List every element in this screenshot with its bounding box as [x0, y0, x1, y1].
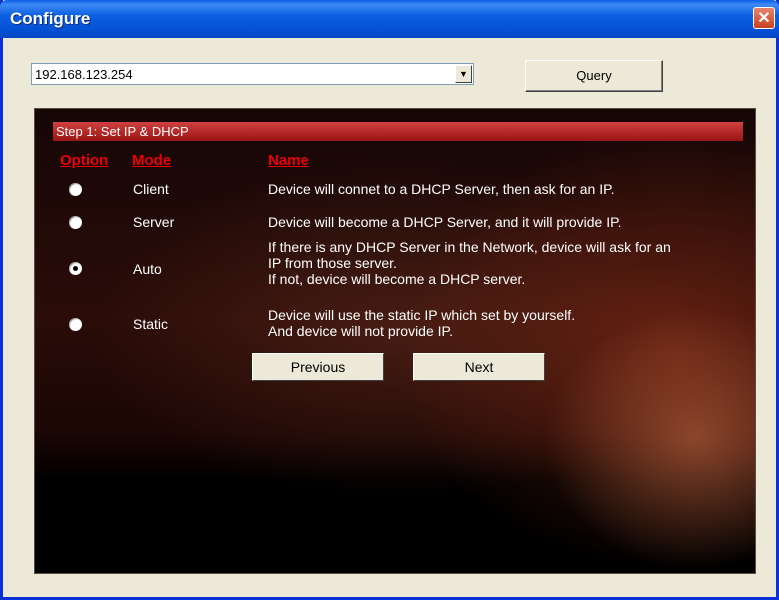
title-bar: Configure ✕	[0, 0, 779, 38]
radio-static[interactable]	[69, 318, 82, 331]
description-auto: If there is any DHCP Server in the Netwo…	[268, 239, 738, 287]
close-button[interactable]: ✕	[753, 7, 775, 29]
mode-label-static: Static	[133, 316, 169, 332]
configure-window: Configure ✕ 192.168.123.254 ▼ Query Step…	[0, 0, 779, 600]
mode-label-auto: Auto	[133, 261, 162, 277]
next-button[interactable]: Next	[413, 353, 545, 381]
description-line: If not, device will become a DHCP server…	[268, 271, 526, 287]
column-heading-name: Name	[268, 152, 309, 169]
description-line: And device will not provide IP.	[268, 323, 453, 339]
description-client: Device will connet to a DHCP Server, the…	[268, 181, 738, 197]
radio-server[interactable]	[69, 216, 82, 229]
close-icon: ✕	[757, 10, 771, 27]
query-button[interactable]: Query	[525, 60, 663, 92]
radio-auto[interactable]	[69, 262, 82, 275]
column-heading-option: Option	[60, 152, 109, 169]
dropdown-arrow-button[interactable]: ▼	[455, 65, 472, 83]
setup-panel: Step 1: Set IP & DHCP Option Mode Name C…	[34, 108, 756, 574]
description-line: Device will become a DHCP Server, and it…	[268, 214, 622, 230]
step-header: Step 1: Set IP & DHCP	[53, 122, 743, 141]
description-line: If there is any DHCP Server in the Netwo…	[268, 239, 671, 255]
description-static: Device will use the static IP which set …	[268, 307, 738, 339]
description-line: IP from those server.	[268, 255, 397, 271]
ip-address-dropdown[interactable]: 192.168.123.254 ▼	[31, 63, 474, 85]
mode-label-client: Client	[133, 181, 169, 197]
description-line: Device will connet to a DHCP Server, the…	[268, 181, 615, 197]
ip-address-value: 192.168.123.254	[35, 67, 133, 82]
window-title: Configure	[10, 9, 91, 28]
chevron-down-icon: ▼	[459, 69, 468, 79]
description-line: Device will use the static IP which set …	[268, 307, 576, 323]
previous-button[interactable]: Previous	[252, 353, 384, 381]
mode-label-server: Server	[133, 214, 175, 230]
description-server: Device will become a DHCP Server, and it…	[268, 214, 738, 230]
column-heading-mode: Mode	[132, 152, 172, 169]
radio-client[interactable]	[69, 183, 82, 196]
